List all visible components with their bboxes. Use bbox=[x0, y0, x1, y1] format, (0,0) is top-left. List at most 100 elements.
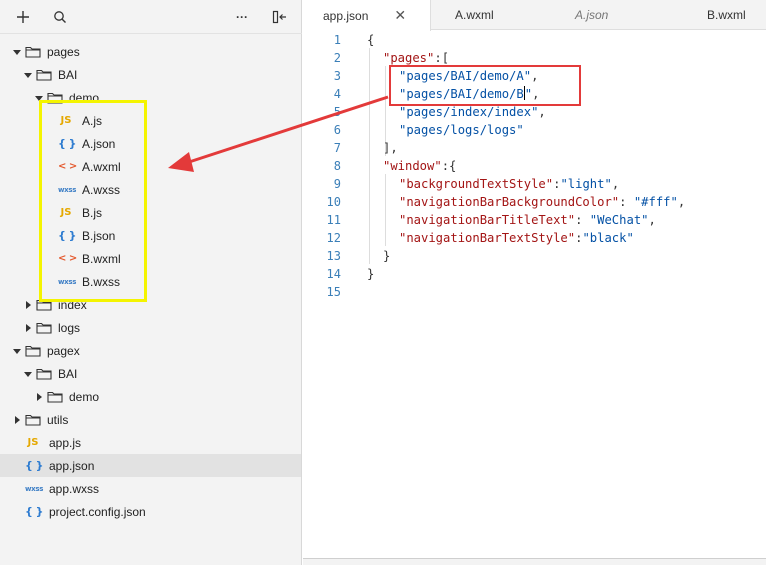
tree-file-row[interactable]: wxss app.wxss bbox=[0, 477, 301, 500]
tree-folder-row[interactable]: pages bbox=[0, 40, 301, 63]
json-punctuation: , bbox=[648, 213, 656, 227]
chevron-right-icon[interactable] bbox=[23, 300, 33, 310]
plus-icon[interactable] bbox=[13, 7, 33, 27]
status-bar bbox=[303, 558, 766, 565]
line-number: 5 bbox=[333, 105, 341, 119]
tree-item-label: BAI bbox=[58, 366, 78, 381]
tree-folder-row[interactable]: BAI bbox=[0, 362, 301, 385]
tab-label: app.json bbox=[323, 8, 369, 23]
folder-icon bbox=[36, 69, 52, 81]
code-line: { bbox=[367, 31, 374, 49]
explorer-toolbar: ··· bbox=[0, 0, 302, 34]
json-string: "WeChat" bbox=[589, 213, 649, 227]
line-number: 11 bbox=[326, 213, 341, 227]
json-key: "pages" bbox=[383, 51, 435, 65]
folder-icon bbox=[25, 414, 41, 426]
json-punctuation: : bbox=[575, 213, 590, 227]
chevron-right-icon[interactable] bbox=[12, 415, 22, 425]
tree-item-label: pagex bbox=[47, 343, 80, 358]
tree-item-label: logs bbox=[58, 320, 81, 335]
chevron-down-icon[interactable] bbox=[12, 346, 22, 356]
more-options-button[interactable]: ··· bbox=[232, 7, 252, 27]
collapse-panel-icon[interactable] bbox=[270, 7, 290, 27]
line-number: 13 bbox=[326, 249, 341, 263]
code-line: } bbox=[367, 247, 390, 265]
json-punctuation: , bbox=[538, 105, 546, 119]
close-icon[interactable]: ✕ bbox=[394, 7, 406, 24]
json-punctuation: :{ bbox=[441, 159, 457, 173]
chevron-down-icon[interactable] bbox=[23, 369, 33, 379]
json-punctuation: { bbox=[367, 33, 375, 47]
tree-item-label: BAI bbox=[58, 67, 78, 82]
tree-folder-row[interactable]: demo bbox=[0, 385, 301, 408]
tree-file-row[interactable]: { } project.config.json bbox=[0, 500, 301, 523]
json-punctuation: } bbox=[367, 267, 375, 281]
line-number: 14 bbox=[326, 267, 341, 281]
tree-item-label: app.wxss bbox=[49, 481, 100, 496]
tree-folder-row[interactable]: pagex bbox=[0, 339, 301, 362]
red-highlight-box bbox=[389, 65, 581, 106]
tree-folder-row[interactable]: BAI bbox=[0, 63, 301, 86]
tree-item-label: demo bbox=[69, 389, 100, 404]
line-number: 12 bbox=[326, 231, 341, 245]
search-icon[interactable] bbox=[50, 7, 70, 27]
json-file-icon: { } bbox=[25, 505, 44, 518]
json-punctuation: } bbox=[383, 249, 391, 263]
json-punctuation: :[ bbox=[434, 51, 450, 65]
editor-tab[interactable]: A.wxml bbox=[431, 0, 551, 30]
editor-tab[interactable]: app.json ✕ bbox=[303, 0, 431, 31]
editor-tab[interactable]: B.wxml bbox=[683, 0, 766, 30]
code-line: "backgroundTextStyle":"light", bbox=[367, 175, 619, 193]
json-string: "pages/logs/logs" bbox=[399, 123, 524, 137]
tree-folder-row[interactable]: utils bbox=[0, 408, 301, 431]
code-line: "navigationBarBackgroundColor": "#fff", bbox=[367, 193, 685, 211]
chevron-right-icon[interactable] bbox=[23, 323, 33, 333]
json-key: "navigationBarTextStyle" bbox=[399, 231, 576, 245]
line-number: 10 bbox=[326, 195, 341, 209]
line-number: 9 bbox=[333, 177, 341, 191]
line-number: 3 bbox=[333, 69, 341, 83]
json-key: "window" bbox=[383, 159, 442, 173]
folder-icon bbox=[36, 368, 52, 380]
line-number: 1 bbox=[333, 33, 341, 47]
tree-file-row[interactable]: JS app.js bbox=[0, 431, 301, 454]
editor-tab-bar: app.json ✕ A.wxml A.json B.wxml bbox=[303, 0, 766, 31]
code-line: "navigationBarTextStyle":"black" bbox=[367, 229, 634, 247]
code-line: "navigationBarTitleText": "WeChat", bbox=[367, 211, 656, 229]
tab-label: A.json bbox=[575, 8, 609, 22]
tree-item-label: app.json bbox=[49, 458, 95, 473]
code-line: "window":{ bbox=[367, 157, 456, 175]
json-punctuation: : bbox=[619, 195, 634, 209]
tab-label: A.wxml bbox=[455, 8, 494, 22]
json-file-icon: { } bbox=[25, 459, 44, 472]
line-number: 15 bbox=[326, 285, 341, 299]
json-string: "#fff" bbox=[633, 195, 678, 209]
chevron-down-icon[interactable] bbox=[12, 47, 22, 57]
code-line: } bbox=[367, 265, 374, 283]
line-number: 7 bbox=[333, 141, 341, 155]
json-key: "navigationBarBackgroundColor" bbox=[399, 195, 620, 209]
json-string: "light" bbox=[560, 177, 612, 191]
folder-icon bbox=[47, 391, 63, 403]
tab-label: B.wxml bbox=[707, 8, 746, 22]
tree-item-label: utils bbox=[47, 412, 69, 427]
chevron-right-icon[interactable] bbox=[34, 392, 44, 402]
tree-item-label: project.config.json bbox=[49, 504, 146, 519]
json-punctuation: , bbox=[677, 195, 686, 209]
line-number: 6 bbox=[333, 123, 341, 137]
yellow-highlight-box bbox=[39, 100, 147, 302]
json-string: "pages/index/index" bbox=[399, 105, 539, 119]
folder-icon bbox=[25, 345, 41, 357]
json-key: "backgroundTextStyle" bbox=[399, 177, 554, 191]
line-number: 2 bbox=[333, 51, 341, 65]
tree-item-label: app.js bbox=[49, 435, 82, 450]
json-string: "black" bbox=[582, 231, 634, 245]
tree-file-row[interactable]: { } app.json bbox=[0, 454, 301, 477]
tree-item-label: pages bbox=[47, 44, 80, 59]
json-key: "navigationBarTitleText" bbox=[399, 213, 576, 227]
tree-folder-row[interactable]: logs bbox=[0, 316, 301, 339]
line-number: 4 bbox=[333, 87, 341, 101]
editor-tab[interactable]: A.json bbox=[551, 0, 683, 30]
chevron-down-icon[interactable] bbox=[23, 70, 33, 80]
folder-icon bbox=[36, 322, 52, 334]
